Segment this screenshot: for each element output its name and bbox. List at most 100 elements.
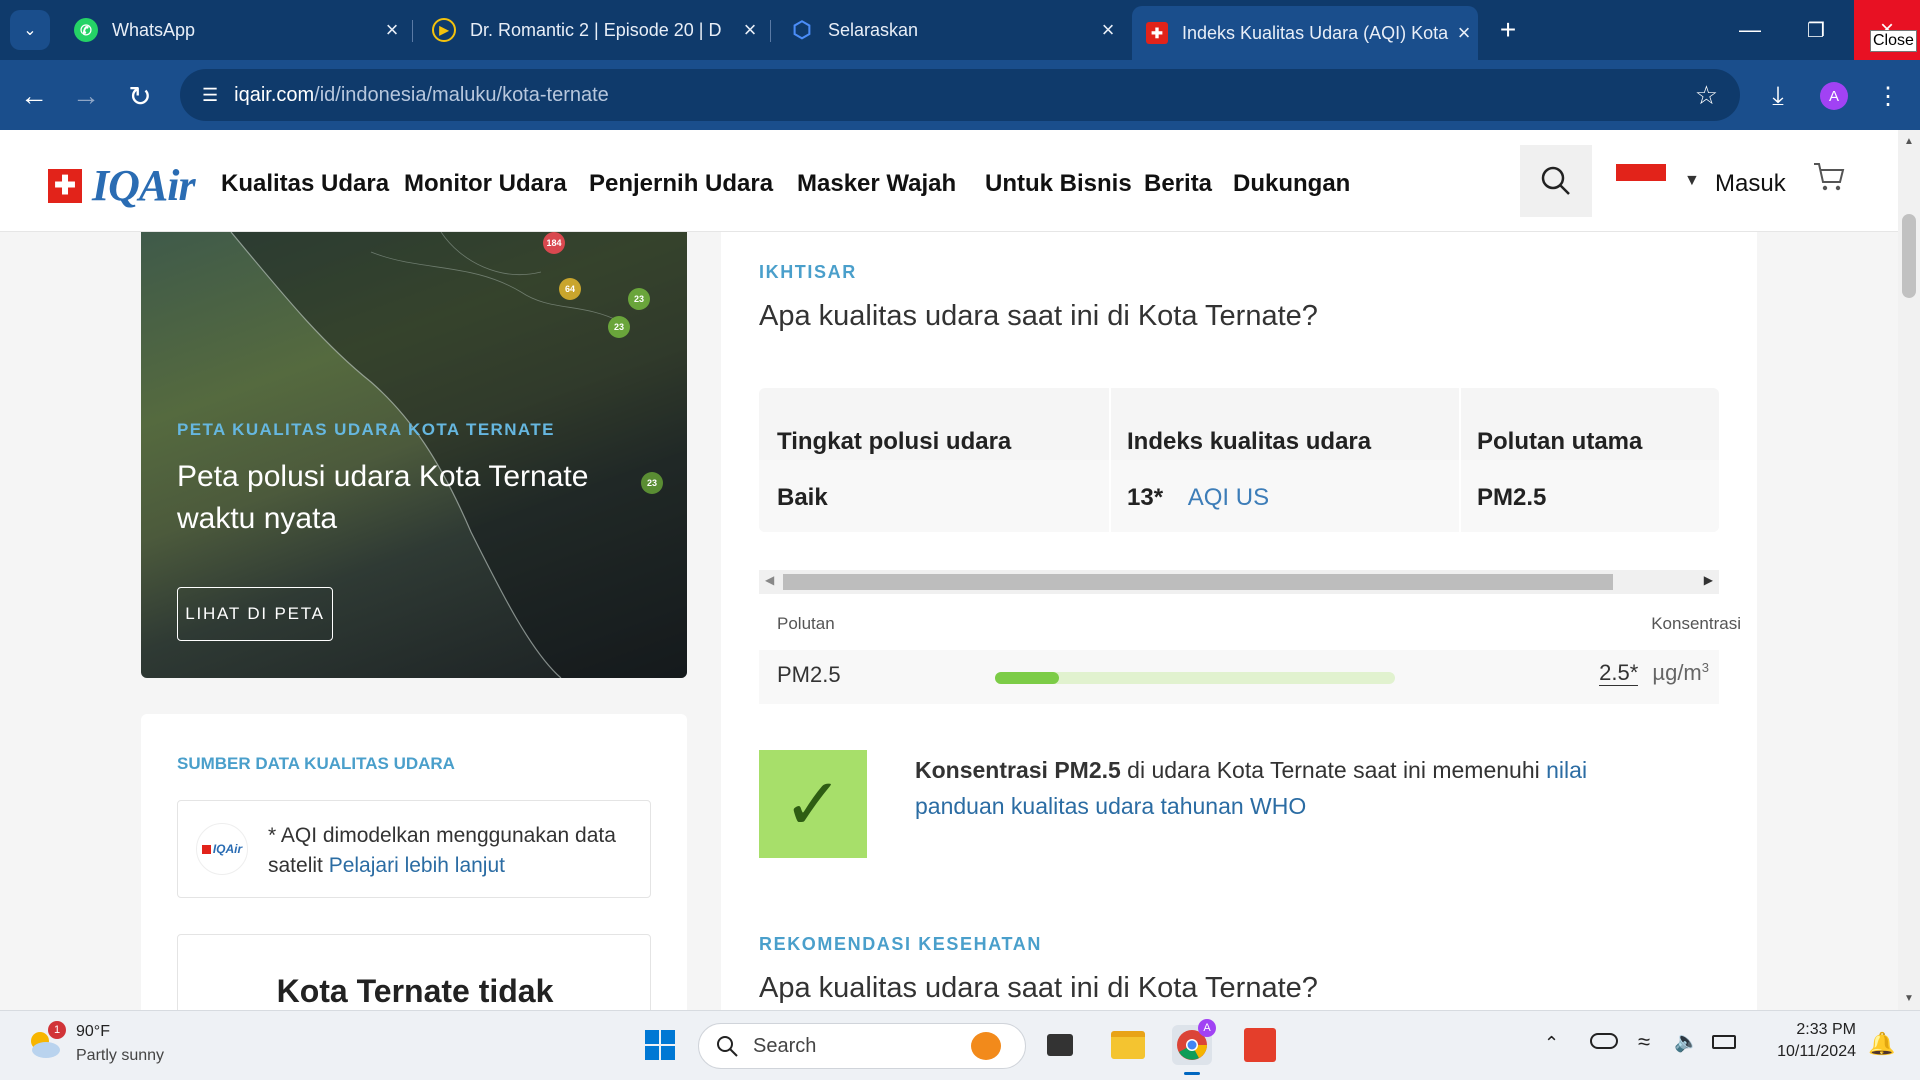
source-tag: SUMBER DATA KUALITAS UDARA (177, 754, 455, 773)
page-scroll-thumb[interactable] (1902, 214, 1916, 298)
task-view-button[interactable] (1040, 1025, 1080, 1065)
login-link[interactable]: Masuk (1715, 170, 1786, 198)
clock[interactable]: 2:33 PM 10/11/2024 (1756, 1021, 1856, 1061)
who-text: di udara Kota Ternate saat ini memenuhi (1120, 757, 1547, 783)
map-title: Peta polusi udara Kota Ternate waktu nya… (177, 456, 588, 540)
taskbar-search[interactable]: Search (698, 1023, 1026, 1069)
menu-button[interactable]: ⋮ (1866, 74, 1910, 118)
tab-selaraskan[interactable]: ⬡ Selaraskan × (776, 6, 1122, 54)
office-icon (1244, 1028, 1276, 1062)
show-hidden-icons[interactable]: ⌃ (1544, 1033, 1559, 1054)
who-statement: Konsentrasi PM2.5 di udara Kota Ternate … (915, 752, 1675, 824)
new-tab-button[interactable]: + (1490, 12, 1526, 48)
bookmark-star-icon[interactable]: ☆ (1695, 80, 1718, 111)
header-main-pollutant: Polutan utama (1477, 428, 1643, 455)
map-marker[interactable]: 64 (559, 278, 581, 300)
who-check-badge: ✓ (759, 750, 867, 858)
weather-widget[interactable]: 1 90°F Partly sunny (26, 1021, 226, 1071)
scroll-left-icon[interactable]: ◀ (765, 573, 774, 587)
concentration-unit: µg/m (1652, 660, 1702, 686)
office-button[interactable] (1240, 1025, 1280, 1065)
nav-penjernih-udara[interactable]: Penjernih Udara (589, 170, 773, 198)
weather-temp: 90°F (76, 1023, 110, 1040)
onedrive-icon[interactable] (1590, 1033, 1618, 1049)
data-source-card: SUMBER DATA KUALITAS UDARA IQAir * AQI d… (141, 714, 687, 1074)
tab-iqair[interactable]: ✚ Indeks Kualitas Udara (AQI) Kota × (1132, 6, 1478, 60)
nav-monitor-udara[interactable]: Monitor Udara (404, 170, 567, 198)
source-note: * AQI dimodelkan menggunakan data sateli… (268, 821, 638, 881)
tab-search-button[interactable]: ⌄ (10, 10, 50, 50)
concentration-col-header: Konsentrasi (1651, 614, 1741, 633)
who-link-part1[interactable]: nilai (1546, 757, 1587, 783)
close-icon[interactable]: × (1094, 17, 1122, 43)
learn-more-link[interactable]: Pelajari lebih lanjut (329, 854, 505, 877)
file-explorer-button[interactable] (1108, 1025, 1148, 1065)
clock-time: 2:33 PM (1796, 1021, 1856, 1038)
view-on-map-button[interactable]: LIHAT DI PETA (177, 587, 333, 641)
page-vertical-scrollbar[interactable]: ▲ ▼ (1898, 130, 1920, 1010)
map-title-line1: Peta polusi udara Kota Ternate (177, 460, 589, 493)
scroll-down-icon[interactable]: ▼ (1904, 993, 1914, 1004)
close-tooltip: Close (1870, 30, 1917, 52)
scroll-thumb[interactable] (783, 574, 1613, 590)
search-button[interactable] (1520, 145, 1592, 217)
aqi-unit: AQI US (1187, 484, 1270, 511)
source-note-line2: satelit (268, 854, 323, 877)
minimize-button[interactable]: — (1726, 10, 1774, 50)
back-button[interactable]: ← (12, 74, 56, 118)
table-horizontal-scrollbar[interactable]: ◀ ▶ (759, 570, 1719, 594)
scroll-right-icon[interactable]: ▶ (1704, 573, 1713, 587)
start-button[interactable] (640, 1025, 680, 1065)
forward-button[interactable]: → (64, 74, 108, 118)
browser-toolbar: ← → ↻ ☰ iqair.com/id/indonesia/maluku/ko… (0, 60, 1920, 130)
url-text[interactable]: iqair.com/id/indonesia/maluku/kota-terna… (234, 84, 609, 107)
chrome-button[interactable]: A (1172, 1019, 1216, 1075)
nav-masker-wajah[interactable]: Masker Wajah (797, 170, 956, 198)
close-icon[interactable]: × (1450, 20, 1478, 46)
close-icon[interactable]: × (378, 17, 406, 43)
arrow-right-icon: → (72, 80, 100, 111)
nav-untuk-bisnis[interactable]: Untuk Bisnis (985, 170, 1132, 198)
iqair-cross-icon: ✚ (1146, 22, 1168, 44)
whatsapp-icon: ✆ (74, 18, 98, 42)
battery-icon[interactable] (1712, 1035, 1736, 1049)
taskbar-search-placeholder: Search (753, 1034, 817, 1057)
iqair-logo[interactable]: ✚ IQAir (48, 160, 196, 211)
volume-icon[interactable]: 🔈 (1674, 1029, 1699, 1054)
who-link-part2[interactable]: panduan kualitas udara tahunan WHO (915, 793, 1306, 819)
tab-whatsapp[interactable]: ✆ WhatsApp × (60, 6, 406, 54)
map-tag: PETA KUALITAS UDARA KOTA TERNATE (177, 420, 555, 439)
overview-question: Apa kualitas udara saat ini di Kota Tern… (759, 300, 1318, 332)
concentration-unit-sup: 3 (1701, 660, 1709, 675)
reload-button[interactable]: ↻ (118, 74, 162, 118)
map-marker[interactable]: 23 (628, 288, 650, 310)
search-icon (1541, 166, 1570, 195)
wifi-icon[interactable]: ≈ (1638, 1029, 1650, 1055)
map-marker[interactable]: 23 (641, 472, 663, 494)
nav-dukungan[interactable]: Dukungan (1233, 170, 1350, 198)
header-aqi: Indeks kualitas udara (1127, 428, 1372, 455)
site-info-icon[interactable]: ☰ (202, 85, 218, 106)
profile-avatar[interactable]: A (1820, 82, 1848, 110)
close-icon[interactable]: × (736, 17, 764, 43)
scroll-up-icon[interactable]: ▲ (1904, 136, 1914, 147)
map-marker[interactable]: 184 (543, 232, 565, 254)
nav-berita[interactable]: Berita (1144, 170, 1212, 198)
restore-button[interactable]: ❐ (1792, 10, 1840, 50)
cart-icon[interactable] (1812, 160, 1846, 199)
tab-dr-romantic[interactable]: ▶ Dr. Romantic 2 | Episode 20 | D × (418, 6, 764, 54)
hexagon-icon: ⬡ (792, 17, 812, 42)
header-pollution-level: Tingkat polusi udara (777, 428, 1012, 455)
language-selector[interactable]: ▼ (1616, 164, 1700, 198)
chrome-profile-badge: A (1198, 1019, 1216, 1037)
nav-kualitas-udara[interactable]: Kualitas Udara (221, 170, 389, 198)
address-bar[interactable]: ☰ iqair.com/id/indonesia/maluku/kota-ter… (180, 69, 1740, 121)
next-card-title: Kota Ternate tidak (276, 973, 554, 1009)
notification-bell-icon[interactable]: 🔔 (1868, 1031, 1895, 1057)
overview-panel: IKHTISAR Apa kualitas udara saat ini di … (721, 232, 1757, 1012)
arrow-left-icon: ← (20, 80, 48, 111)
pollutant-row: PM2.5 2.5* µg/m3 (759, 650, 1719, 704)
folder-icon (1111, 1031, 1145, 1059)
download-button[interactable]: ⤓ (1756, 74, 1800, 118)
map-marker[interactable]: 23 (608, 316, 630, 338)
